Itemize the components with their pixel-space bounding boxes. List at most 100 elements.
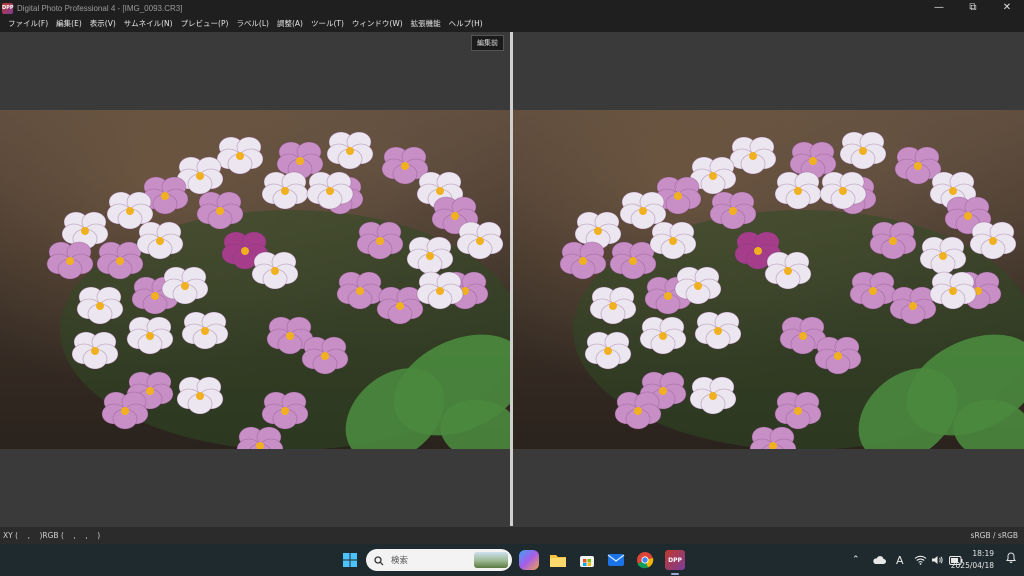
pansy-flower xyxy=(674,266,722,305)
menu-adjust[interactable]: 調整(A) xyxy=(273,16,307,32)
pansy-flower xyxy=(216,136,264,175)
cloud-icon[interactable] xyxy=(872,544,886,576)
notification-bell-icon[interactable] xyxy=(1006,552,1016,566)
minimize-button[interactable]: — xyxy=(922,0,956,16)
chrome-icon[interactable] xyxy=(635,550,655,570)
pansy-flower xyxy=(639,316,687,355)
pansy-flowers-image xyxy=(559,131,1024,449)
close-button[interactable]: ✕ xyxy=(990,0,1024,16)
taskbar: 検索 DPP ⌃ A 18:19 2025/04/18 xyxy=(0,544,1024,576)
pansy-flower xyxy=(261,391,309,430)
menu-window[interactable]: ウィンドウ(W) xyxy=(348,16,407,32)
pansy-flower xyxy=(589,286,637,325)
pansy-flower xyxy=(689,376,737,415)
pansy-flower xyxy=(46,241,94,280)
pansy-flower xyxy=(356,221,404,260)
pansy-flower xyxy=(694,311,742,350)
pansy-flower xyxy=(176,376,224,415)
pansy-flower xyxy=(609,241,657,280)
pansy-flower xyxy=(236,426,284,449)
pansy-flower xyxy=(559,241,607,280)
pansy-flower xyxy=(76,286,124,325)
menu-edit[interactable]: 編集(E) xyxy=(52,16,86,32)
pansy-flower xyxy=(376,286,424,325)
preview-after-pane xyxy=(513,32,1024,526)
ime-indicator[interactable]: A xyxy=(896,544,904,576)
menu-thumbnail[interactable]: サムネイル(N) xyxy=(120,16,177,32)
pansy-flower xyxy=(729,136,777,175)
pansy-flower xyxy=(326,131,374,170)
cursor-readout: XY ( , )RGB ( , , ) xyxy=(3,531,101,540)
pansy-flower xyxy=(764,251,812,290)
pansy-flower xyxy=(261,171,309,210)
taskbar-search-input[interactable]: 検索 xyxy=(366,549,512,571)
pansy-flower xyxy=(889,286,937,325)
color-space-readout: sRGB / sRGB xyxy=(970,531,1018,540)
clock-date: 2025/04/18 xyxy=(950,561,994,570)
pansy-flower xyxy=(196,191,244,230)
pansy-flower xyxy=(301,336,349,375)
pansy-flower xyxy=(774,391,822,430)
pansy-flowers-image xyxy=(46,131,510,449)
menu-preview[interactable]: プレビュー(P) xyxy=(177,16,233,32)
clock-time: 18:19 xyxy=(972,549,994,558)
chevron-up-icon[interactable]: ⌃ xyxy=(852,544,860,576)
pansy-flower xyxy=(251,251,299,290)
menu-label[interactable]: ラベル(L) xyxy=(232,16,273,32)
wifi-icon[interactable] xyxy=(914,544,927,576)
menu-tools[interactable]: ツール(T) xyxy=(307,16,348,32)
pansy-flower xyxy=(749,426,797,449)
search-placeholder: 検索 xyxy=(391,556,409,566)
system-clock[interactable]: 18:19 2025/04/18 xyxy=(951,548,994,572)
restore-button[interactable]: ⧉ xyxy=(956,0,990,16)
file-explorer-icon[interactable] xyxy=(548,550,568,570)
pansy-flower xyxy=(406,236,454,275)
pansy-flower xyxy=(774,171,822,210)
pansy-flower xyxy=(584,331,632,370)
dpp-app-icon: DPP xyxy=(2,2,13,14)
pansy-flower xyxy=(161,266,209,305)
speaker-icon[interactable] xyxy=(931,544,944,576)
preview-before-pane: 編集前 xyxy=(0,32,510,526)
menu-file[interactable]: ファイル(F) xyxy=(4,16,52,32)
pansy-flower xyxy=(416,271,464,310)
pansy-flower xyxy=(126,316,174,355)
pansy-flower xyxy=(819,171,867,210)
photo-after xyxy=(513,110,1024,449)
active-app-indicator xyxy=(671,573,679,575)
menu-help[interactable]: ヘルプ(H) xyxy=(445,16,487,32)
pansy-flower xyxy=(849,271,897,310)
copilot-icon[interactable] xyxy=(519,550,539,570)
title-bar: DPP Digital Photo Professional 4 - [IMG_… xyxy=(0,0,1024,16)
pansy-flower xyxy=(136,221,184,260)
pansy-flower xyxy=(869,221,917,260)
windows-start-icon[interactable] xyxy=(340,550,360,570)
pansy-flower xyxy=(71,331,119,370)
pansy-flower xyxy=(101,391,149,430)
pansy-flower xyxy=(336,271,384,310)
pansy-flower xyxy=(96,241,144,280)
menu-extensions[interactable]: 拡張機能 xyxy=(407,16,445,32)
status-bar: XY ( , )RGB ( , , ) sRGB / sRGB xyxy=(0,526,1024,544)
pansy-flower xyxy=(614,391,662,430)
pansy-flower xyxy=(919,236,967,275)
before-edit-label: 編集前 xyxy=(471,35,504,51)
search-highlight-image xyxy=(474,552,508,568)
pansy-flower xyxy=(969,221,1017,260)
dpp-app-icon[interactable]: DPP xyxy=(665,550,685,570)
store-icon[interactable] xyxy=(577,550,597,570)
pansy-flower xyxy=(649,221,697,260)
search-icon xyxy=(374,551,384,570)
menu-view[interactable]: 表示(V) xyxy=(86,16,120,32)
menu-bar: ファイル(F) 編集(E) 表示(V) サムネイル(N) プレビュー(P) ラベ… xyxy=(0,16,1024,32)
pansy-flower xyxy=(814,336,862,375)
pansy-flower xyxy=(839,131,887,170)
pansy-flower xyxy=(929,271,977,310)
pansy-flower xyxy=(709,191,757,230)
window-title: Digital Photo Professional 4 - [IMG_0093… xyxy=(17,3,183,13)
pansy-flower xyxy=(456,221,504,260)
pansy-flower xyxy=(181,311,229,350)
mail-icon[interactable] xyxy=(606,550,626,570)
window-controls: — ⧉ ✕ xyxy=(922,0,1024,16)
app-window: DPP Digital Photo Professional 4 - [IMG_… xyxy=(0,0,1024,576)
